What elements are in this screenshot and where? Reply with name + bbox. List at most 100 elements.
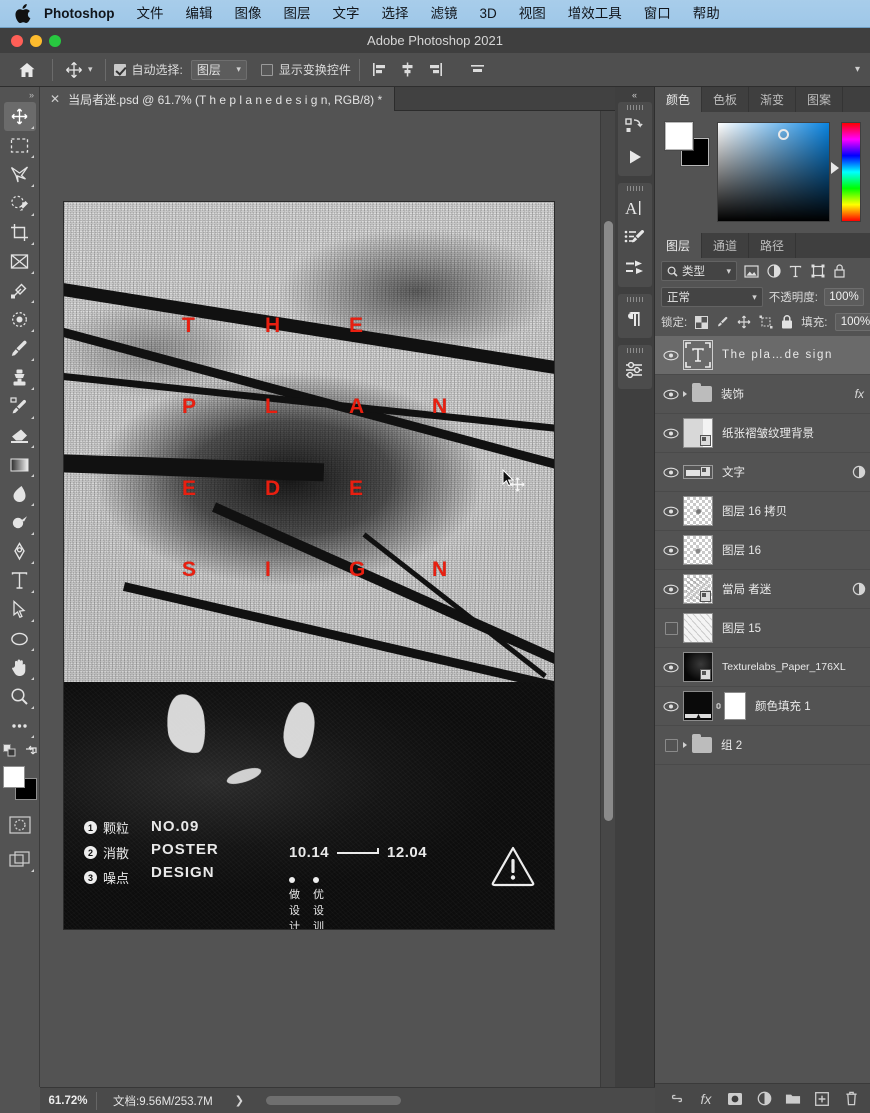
lock-image-icon[interactable] [716, 315, 729, 330]
paragraph-icon[interactable] [619, 304, 651, 334]
tool-marquee[interactable] [4, 131, 36, 160]
tool-hand[interactable] [4, 653, 36, 682]
chevron-right-icon[interactable]: ❯ [213, 1094, 244, 1107]
tool-eyedropper[interactable] [4, 276, 36, 305]
tool-eraser[interactable] [4, 421, 36, 450]
mac-menu-filter[interactable]: 滤镜 [420, 0, 469, 28]
lock-artboard-icon[interactable] [759, 315, 773, 330]
tool-quick-selection[interactable] [4, 189, 36, 218]
align-left-icon[interactable] [372, 62, 387, 77]
mac-menu-type[interactable]: 文字 [322, 0, 371, 28]
auto-select-scope-dropdown[interactable]: 图层 ▾ [190, 59, 247, 80]
toolbar-collapse-icon[interactable]: » [0, 89, 39, 102]
layer-mask-icon[interactable] [852, 465, 866, 479]
tool-blur[interactable] [4, 479, 36, 508]
layer-visibility-toggle[interactable] [659, 584, 683, 595]
tool-pen[interactable] [4, 537, 36, 566]
hue-strip[interactable] [841, 122, 861, 222]
tool-type[interactable] [4, 566, 36, 595]
layer-visibility-toggle[interactable] [659, 467, 683, 478]
table-row[interactable]: 纸张褶皱纹理背景 [655, 414, 870, 453]
mac-menu-image[interactable]: 图像 [224, 0, 273, 28]
layer-thumbnail[interactable] [683, 465, 713, 479]
layer-thumbnail[interactable] [683, 613, 713, 643]
layer-name[interactable]: 颜色填充 1 [755, 698, 811, 714]
collapse-panels-icon[interactable]: « [615, 87, 654, 102]
layer-name[interactable]: 图层 16 拷贝 [722, 503, 787, 519]
layer-name[interactable]: Texturelabs_Paper_176XL [722, 661, 846, 673]
tool-frame[interactable] [4, 247, 36, 276]
tool-ellipse[interactable] [4, 624, 36, 653]
layer-thumbnail-fill[interactable] [683, 691, 713, 721]
layer-name[interactable]: The pla…de sign [722, 349, 833, 361]
layer-visibility-toggle[interactable] [659, 389, 683, 400]
panel-grip-icon[interactable] [626, 186, 643, 191]
layer-visibility-toggle[interactable] [659, 738, 683, 752]
apple-logo-icon[interactable] [14, 3, 32, 24]
table-row[interactable]: The pla…de sign [655, 336, 870, 375]
adjustment-icon[interactable] [756, 1091, 772, 1107]
tool-zoom[interactable] [4, 682, 36, 711]
tab-patterns[interactable]: 图案 [796, 87, 844, 112]
mask-icon[interactable] [727, 1091, 743, 1107]
mac-menu-3d[interactable]: 3D [469, 0, 508, 28]
screen-mode-toggle[interactable] [4, 845, 36, 874]
group-expand-icon[interactable] [683, 742, 687, 748]
play-icon[interactable] [619, 142, 651, 172]
link-icon[interactable] [669, 1091, 685, 1107]
table-row[interactable]: 图层 15 [655, 609, 870, 648]
layer-thumbnail[interactable] [683, 652, 713, 682]
tab-channels[interactable]: 通道 [702, 233, 750, 258]
layer-name[interactable]: 装饰 [721, 386, 744, 402]
image-filter-icon[interactable] [744, 264, 759, 279]
home-icon[interactable] [10, 57, 44, 83]
layer-visibility-toggle[interactable] [659, 621, 683, 635]
layer-thumbnail[interactable] [683, 574, 713, 604]
tool-history-brush[interactable] [4, 392, 36, 421]
fx-icon[interactable]: fx [698, 1091, 714, 1107]
lock-position-icon[interactable] [737, 315, 751, 330]
tool-more[interactable] [4, 711, 36, 740]
layer-mask-icon[interactable] [852, 582, 866, 596]
auto-select-checkbox[interactable] [113, 63, 126, 76]
group-expand-icon[interactable] [683, 391, 687, 397]
opacity-value[interactable]: 100% [824, 288, 864, 306]
mac-menu-file[interactable]: 文件 [126, 0, 175, 28]
layer-visibility-toggle[interactable] [659, 428, 683, 439]
blend-mode-dropdown[interactable]: 正常 ▾ [661, 287, 763, 307]
options-overflow-chevron-icon[interactable]: ▾ [855, 64, 860, 75]
scrollbar-thumb[interactable] [604, 221, 613, 821]
layer-name[interactable]: 组 2 [721, 737, 742, 753]
tool-move[interactable] [3, 102, 36, 131]
mac-menu-select[interactable]: 选择 [371, 0, 420, 28]
foreground-color-swatch[interactable] [2, 766, 25, 788]
tool-brush[interactable] [4, 334, 36, 363]
properties-icon[interactable] [619, 355, 651, 385]
tool-crop[interactable] [4, 218, 36, 247]
maximize-window-button[interactable] [49, 34, 61, 47]
tool-path-selection[interactable] [4, 595, 36, 624]
layer-thumbnail[interactable] [683, 496, 713, 526]
current-tool-move-icon[interactable]: ▾ [61, 61, 97, 79]
layer-name[interactable]: 图层 15 [722, 620, 761, 636]
group-icon[interactable] [785, 1091, 801, 1107]
chevron-down-icon[interactable]: ▾ [88, 64, 93, 75]
show-transform-checkbox[interactable] [260, 63, 273, 76]
delete-icon[interactable] [843, 1091, 859, 1107]
mac-menu-photoshop[interactable]: Photoshop [44, 0, 126, 28]
canvas-viewport[interactable]: T H E P L A N E D E S I G N 1 颗粒 2 消散 3 … [40, 111, 600, 1087]
mac-menu-window[interactable]: 窗口 [633, 0, 682, 28]
canvas-vertical-scrollbar[interactable] [600, 111, 615, 1087]
brush-settings-icon[interactable] [619, 223, 651, 253]
layer-visibility-toggle[interactable] [659, 662, 683, 673]
layer-name[interactable]: 當局 者迷 [722, 581, 771, 597]
layer-name[interactable]: 文字 [722, 464, 745, 480]
table-row[interactable]: 装饰 fx [655, 375, 870, 414]
layer-mask-thumbnail[interactable] [724, 692, 746, 720]
shape-filter-icon[interactable] [810, 264, 825, 279]
table-row[interactable]: 文字 [655, 453, 870, 492]
zoom-level[interactable]: 61.72% [40, 1095, 96, 1107]
tool-clone-stamp[interactable] [4, 363, 36, 392]
adjustment-filter-icon[interactable] [766, 264, 781, 279]
layer-effects-icon[interactable]: fx [855, 387, 864, 401]
